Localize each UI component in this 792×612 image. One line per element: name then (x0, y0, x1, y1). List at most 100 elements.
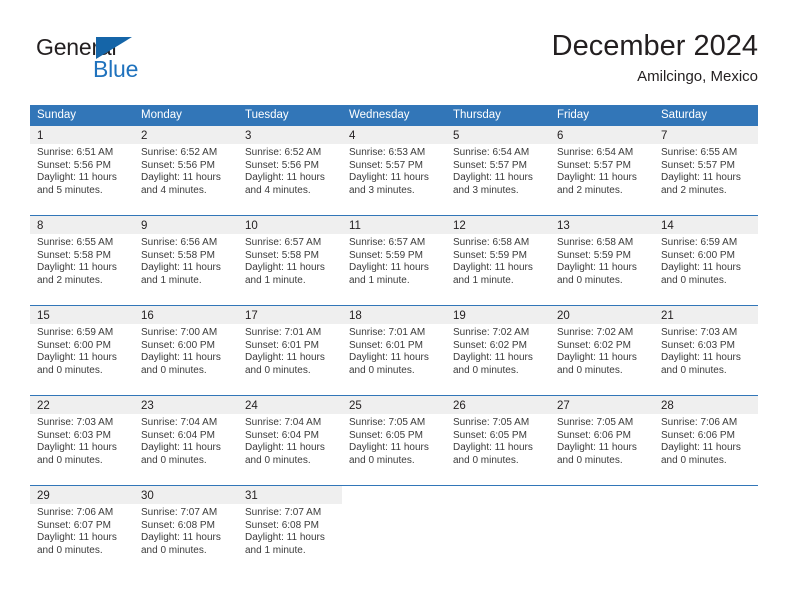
day-cell[interactable]: 27 Sunrise: 7:05 AM Sunset: 6:06 PM Dayl… (550, 396, 654, 485)
day-cell[interactable]: 13 Sunrise: 6:58 AM Sunset: 5:59 PM Dayl… (550, 216, 654, 305)
week-row: 22 Sunrise: 7:03 AM Sunset: 6:03 PM Dayl… (30, 395, 758, 485)
daylight-text-line1: Daylight: 11 hours (245, 442, 325, 454)
sunrise-text: Sunrise: 6:59 AM (661, 237, 738, 248)
sunset-text: Sunset: 6:06 PM (557, 429, 631, 441)
day-details: Sunrise: 6:52 AM Sunset: 5:56 PM Dayligh… (238, 144, 342, 197)
sunset-text: Sunset: 6:00 PM (141, 339, 215, 351)
day-cell[interactable]: 23 Sunrise: 7:04 AM Sunset: 6:04 PM Dayl… (134, 396, 238, 485)
day-number-band: 3 (238, 126, 342, 144)
daylight-text-line1: Daylight: 11 hours (245, 172, 325, 184)
day-cell[interactable]: 3 Sunrise: 6:52 AM Sunset: 5:56 PM Dayli… (238, 126, 342, 215)
weekday-header-wednesday: Wednesday (349, 109, 410, 121)
sunrise-text: Sunrise: 7:04 AM (141, 417, 218, 428)
daylight-text-line1: Daylight: 11 hours (141, 532, 221, 544)
day-details: Sunrise: 6:59 AM Sunset: 6:00 PM Dayligh… (654, 234, 758, 287)
day-number: 30 (141, 490, 154, 502)
daylight-text-line1: Daylight: 11 hours (245, 262, 325, 274)
daylight-text-line2: and 3 minutes. (349, 184, 415, 196)
day-number: 17 (245, 310, 258, 322)
daylight-text-line2: and 1 minute. (141, 274, 202, 286)
week-row: 29 Sunrise: 7:06 AM Sunset: 6:07 PM Dayl… (30, 485, 758, 575)
day-cell[interactable]: 28 Sunrise: 7:06 AM Sunset: 6:06 PM Dayl… (654, 396, 758, 485)
sunrise-text: Sunrise: 7:01 AM (245, 327, 322, 338)
day-cell[interactable]: 4 Sunrise: 6:53 AM Sunset: 5:57 PM Dayli… (342, 126, 446, 215)
day-cell[interactable]: 18 Sunrise: 7:01 AM Sunset: 6:01 PM Dayl… (342, 306, 446, 395)
daylight-text-line2: and 0 minutes. (37, 454, 103, 466)
day-details: Sunrise: 7:06 AM Sunset: 6:07 PM Dayligh… (30, 504, 134, 557)
day-cell[interactable]: 1 Sunrise: 6:51 AM Sunset: 5:56 PM Dayli… (30, 126, 134, 215)
day-cell[interactable]: 19 Sunrise: 7:02 AM Sunset: 6:02 PM Dayl… (446, 306, 550, 395)
day-number: 28 (661, 400, 674, 412)
day-cell[interactable]: 29 Sunrise: 7:06 AM Sunset: 6:07 PM Dayl… (30, 486, 134, 575)
daylight-text-line1: Daylight: 11 hours (37, 262, 117, 274)
day-number-band: 10 (238, 216, 342, 234)
day-cell[interactable]: 2 Sunrise: 6:52 AM Sunset: 5:56 PM Dayli… (134, 126, 238, 215)
daylight-text-line2: and 5 minutes. (37, 184, 103, 196)
daylight-text-line1: Daylight: 11 hours (661, 442, 741, 454)
day-cell[interactable]: 10 Sunrise: 6:57 AM Sunset: 5:58 PM Dayl… (238, 216, 342, 305)
day-cell[interactable]: 7 Sunrise: 6:55 AM Sunset: 5:57 PM Dayli… (654, 126, 758, 215)
sunrise-text: Sunrise: 6:52 AM (245, 147, 322, 158)
day-cell[interactable]: 26 Sunrise: 7:05 AM Sunset: 6:05 PM Dayl… (446, 396, 550, 485)
daylight-text-line1: Daylight: 11 hours (349, 172, 429, 184)
day-number: 2 (141, 130, 148, 142)
day-cell[interactable]: 21 Sunrise: 7:03 AM Sunset: 6:03 PM Dayl… (654, 306, 758, 395)
day-details: Sunrise: 7:05 AM Sunset: 6:05 PM Dayligh… (342, 414, 446, 467)
daylight-text-line2: and 0 minutes. (557, 274, 623, 286)
day-cell[interactable]: 14 Sunrise: 6:59 AM Sunset: 6:00 PM Dayl… (654, 216, 758, 305)
daylight-text-line2: and 0 minutes. (349, 364, 415, 376)
day-details: Sunrise: 6:59 AM Sunset: 6:00 PM Dayligh… (30, 324, 134, 377)
sunset-text: Sunset: 6:00 PM (37, 339, 111, 351)
day-cell[interactable]: 8 Sunrise: 6:55 AM Sunset: 5:58 PM Dayli… (30, 216, 134, 305)
day-number-band: 15 (30, 306, 134, 324)
day-number: 7 (661, 130, 668, 142)
day-cell[interactable]: 20 Sunrise: 7:02 AM Sunset: 6:02 PM Dayl… (550, 306, 654, 395)
daylight-text-line1: Daylight: 11 hours (141, 172, 221, 184)
sunrise-text: Sunrise: 6:55 AM (661, 147, 738, 158)
day-number-band: 18 (342, 306, 446, 324)
day-cell[interactable]: 17 Sunrise: 7:01 AM Sunset: 6:01 PM Dayl… (238, 306, 342, 395)
weekday-header-tuesday: Tuesday (245, 109, 289, 121)
day-cell[interactable]: 31 Sunrise: 7:07 AM Sunset: 6:08 PM Dayl… (238, 486, 342, 575)
calendar-page: General Blue December 2024 Amilcingo, Me… (0, 0, 792, 612)
day-cell[interactable]: 30 Sunrise: 7:07 AM Sunset: 6:08 PM Dayl… (134, 486, 238, 575)
day-cell[interactable]: 22 Sunrise: 7:03 AM Sunset: 6:03 PM Dayl… (30, 396, 134, 485)
day-number-band: 30 (134, 486, 238, 504)
day-cell[interactable]: 25 Sunrise: 7:05 AM Sunset: 6:05 PM Dayl… (342, 396, 446, 485)
sunrise-text: Sunrise: 7:02 AM (557, 327, 634, 338)
sunset-text: Sunset: 6:05 PM (453, 429, 527, 441)
day-number: 20 (557, 310, 570, 322)
sunset-text: Sunset: 6:07 PM (37, 519, 111, 531)
daylight-text-line2: and 0 minutes. (661, 454, 727, 466)
daylight-text-line1: Daylight: 11 hours (245, 532, 325, 544)
sunset-text: Sunset: 6:04 PM (141, 429, 215, 441)
day-number-band: 9 (134, 216, 238, 234)
day-cell[interactable]: 11 Sunrise: 6:57 AM Sunset: 5:59 PM Dayl… (342, 216, 446, 305)
generalblue-logo[interactable]: General Blue (34, 34, 234, 94)
daylight-text-line1: Daylight: 11 hours (661, 172, 741, 184)
day-cell-empty (446, 486, 550, 575)
day-cell[interactable]: 9 Sunrise: 6:56 AM Sunset: 5:58 PM Dayli… (134, 216, 238, 305)
sunrise-text: Sunrise: 6:58 AM (453, 237, 530, 248)
day-cell[interactable]: 15 Sunrise: 6:59 AM Sunset: 6:00 PM Dayl… (30, 306, 134, 395)
daylight-text-line1: Daylight: 11 hours (453, 442, 533, 454)
sunset-text: Sunset: 5:59 PM (453, 249, 527, 261)
day-cell[interactable]: 12 Sunrise: 6:58 AM Sunset: 5:59 PM Dayl… (446, 216, 550, 305)
daylight-text-line1: Daylight: 11 hours (453, 262, 533, 274)
daylight-text-line2: and 0 minutes. (141, 454, 207, 466)
day-number-band: 14 (654, 216, 758, 234)
day-details: Sunrise: 6:57 AM Sunset: 5:58 PM Dayligh… (238, 234, 342, 287)
sunset-text: Sunset: 5:58 PM (37, 249, 111, 261)
sunset-text: Sunset: 5:58 PM (245, 249, 319, 261)
sunrise-text: Sunrise: 6:54 AM (557, 147, 634, 158)
day-cell[interactable]: 6 Sunrise: 6:54 AM Sunset: 5:57 PM Dayli… (550, 126, 654, 215)
day-cell[interactable]: 16 Sunrise: 7:00 AM Sunset: 6:00 PM Dayl… (134, 306, 238, 395)
day-number-band: 12 (446, 216, 550, 234)
day-details: Sunrise: 7:03 AM Sunset: 6:03 PM Dayligh… (30, 414, 134, 467)
day-details: Sunrise: 7:04 AM Sunset: 6:04 PM Dayligh… (134, 414, 238, 467)
weekday-header-friday: Friday (557, 109, 589, 121)
sunset-text: Sunset: 5:56 PM (37, 159, 111, 171)
daylight-text-line2: and 0 minutes. (661, 364, 727, 376)
day-cell[interactable]: 24 Sunrise: 7:04 AM Sunset: 6:04 PM Dayl… (238, 396, 342, 485)
day-cell[interactable]: 5 Sunrise: 6:54 AM Sunset: 5:57 PM Dayli… (446, 126, 550, 215)
